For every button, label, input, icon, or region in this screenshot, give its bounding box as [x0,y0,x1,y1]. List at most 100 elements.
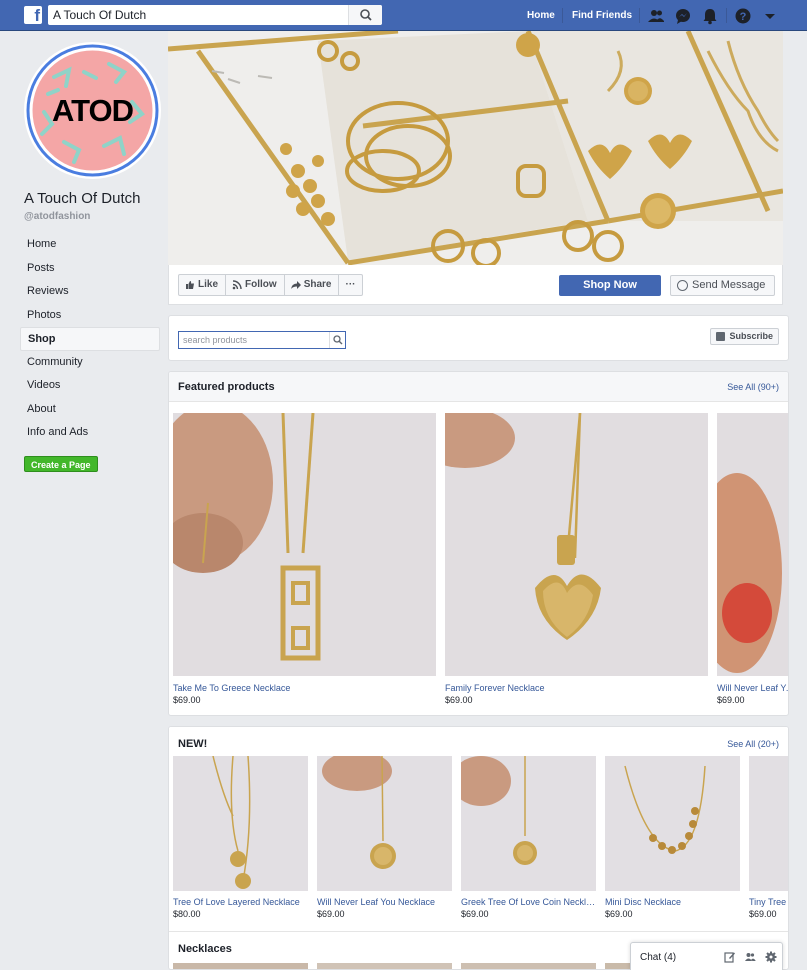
product-price: $80.00 [173,909,201,919]
product-name-link[interactable]: Family Forever Necklace [445,683,708,693]
rss-follow-icon [232,280,242,290]
product-name-link[interactable]: Tiny Tree [749,897,788,907]
compose-message-icon[interactable] [724,951,736,963]
page-nav-posts[interactable]: Posts [20,257,160,281]
chat-tab[interactable]: Chat (4) [630,942,783,970]
page-nav-shop[interactable]: Shop [20,327,160,351]
page-name[interactable]: A Touch Of Dutch [24,190,140,207]
shop-search-card: Subscribe [168,315,789,361]
product-card[interactable]: Greek Tree Of Love Coin Necklace $69.00 [461,756,596,926]
product-price: $69.00 [445,695,473,705]
page-nav-videos[interactable]: Videos [20,374,160,398]
leaf-pendant-image [317,756,452,891]
product-image[interactable] [605,756,740,891]
follow-button[interactable]: Follow [226,275,285,295]
section-divider [169,931,788,932]
page-nav-community[interactable]: Community [20,351,160,375]
product-image[interactable] [461,963,596,969]
product-name-link[interactable]: Greek Tree Of Love Coin Necklace [461,897,596,907]
like-button[interactable]: Like [179,275,227,295]
leaf-necklace-image [717,413,788,676]
product-card[interactable]: Will Never Leaf You Necklace $69.00 [317,756,452,926]
product-image[interactable] [317,756,452,891]
product-image[interactable] [173,756,308,891]
page-action-bar: Like Follow Share ··· Shop Now Send Mess… [168,265,783,305]
product-card[interactable]: Family Forever Necklace $69.00 [445,413,708,713]
messenger-icon[interactable] [673,6,693,26]
product-card[interactable]: Tree Of Love Layered Necklace $80.00 [173,756,308,926]
product-name-link[interactable]: Will Never Leaf You Necklace [317,897,452,907]
search-icon [333,335,343,345]
greek-key-necklace-image [173,413,436,676]
follow-button-label: Follow [245,279,277,290]
nav-divider [726,8,727,23]
product-card[interactable]: Tiny Tree $69.00 [749,756,788,926]
nav-divider [562,8,563,23]
page-nav-home[interactable]: Home [20,233,160,257]
product-price: $69.00 [317,909,345,919]
subscribe-button[interactable]: Subscribe [710,328,779,345]
friend-requests-icon[interactable] [646,6,666,26]
mini-disc-necklace-image [605,756,740,891]
coin-necklace-image [461,756,596,891]
product-name-link[interactable]: Take Me To Greece Necklace [173,683,436,693]
search-button[interactable] [348,5,382,25]
shop-now-button[interactable]: Shop Now [559,275,661,296]
new-group-icon[interactable] [744,951,756,963]
page-nav-reviews[interactable]: Reviews [20,280,160,304]
product-name-link[interactable]: Will Never Leaf You Necklace [717,683,788,693]
share-button[interactable]: Share [285,275,340,295]
product-image[interactable] [317,963,452,969]
product-image[interactable] [461,756,596,891]
product-price: $69.00 [173,695,201,705]
nav-find-friends-link[interactable]: Find Friends [572,10,632,21]
product-price: $69.00 [749,909,777,919]
product-price: $69.00 [461,909,489,919]
page-actions-group: Like Follow Share ··· [178,274,364,296]
featured-see-all-link[interactable]: See All (90+) [727,382,779,392]
create-page-button[interactable]: Create a Page [24,456,98,472]
product-card[interactable]: Will Never Leaf You Necklace $69.00 [717,413,788,713]
search-input[interactable]: A Touch Of Dutch [48,5,382,25]
page-handle[interactable]: @atodfashion [24,211,90,222]
shop-search-button[interactable] [329,332,345,348]
search-icon [360,9,372,21]
atod-logo-text: ATOD [52,93,134,128]
new-products-title: NEW! [178,738,208,750]
search-input-value: A Touch Of Dutch [53,8,147,22]
help-icon[interactable]: ? [733,6,753,26]
send-message-button[interactable]: Send Message [670,275,775,296]
product-image[interactable] [445,413,708,676]
featured-products-header: Featured products See All (90+) [169,372,788,402]
product-name-link[interactable]: Mini Disc Necklace [605,897,740,907]
featured-products-card: Featured products See All (90+) Take Me … [168,371,789,716]
product-image[interactable] [717,413,788,676]
product-image[interactable] [749,756,788,891]
product-image[interactable] [173,963,308,969]
product-image[interactable] [173,413,436,676]
top-bar: f A Touch Of Dutch Home Find Friends ? [0,0,807,31]
notifications-bell-icon[interactable] [700,6,720,26]
heart-necklace-image [445,413,708,676]
nav-divider [639,8,640,23]
rss-subscribe-icon [716,332,726,341]
shop-search-field[interactable] [178,331,346,349]
facebook-logo-icon[interactable]: f [24,6,42,24]
page-profile-picture[interactable]: ATOD [24,42,161,179]
page-nav-info-and-ads[interactable]: Info and Ads [20,421,160,445]
page-nav-photos[interactable]: Photos [20,304,160,328]
product-name-link[interactable]: Tree Of Love Layered Necklace [173,897,308,907]
messenger-bubble-icon [677,280,688,291]
product-price: $69.00 [717,695,745,705]
chat-settings-gear-icon[interactable] [765,951,777,963]
product-price: $69.00 [605,909,633,919]
more-options-button[interactable]: ··· [339,275,362,295]
new-see-all-link[interactable]: See All (20+) [727,739,779,749]
account-menu-chevron-down-icon[interactable] [760,6,780,26]
page-nav-about[interactable]: About [20,398,160,422]
shop-search-input[interactable] [179,332,329,348]
product-card[interactable]: Take Me To Greece Necklace $69.00 [173,413,436,713]
product-card[interactable]: Mini Disc Necklace $69.00 [605,756,740,926]
nav-home-link[interactable]: Home [527,10,555,21]
cover-photo[interactable] [168,31,783,265]
